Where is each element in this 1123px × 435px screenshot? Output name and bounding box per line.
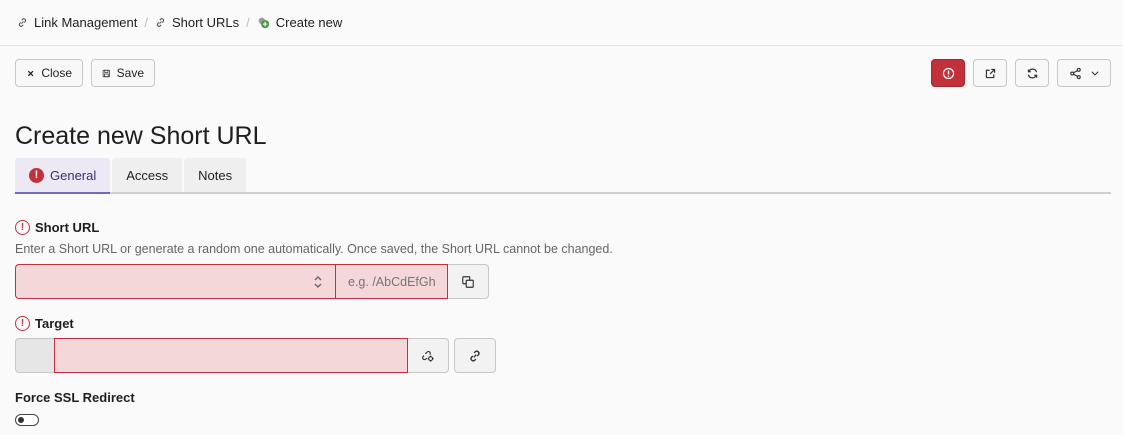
warning-icon: !: [15, 220, 30, 235]
tab-notes[interactable]: Notes: [184, 158, 247, 192]
toolbar: Close Save: [15, 59, 1111, 87]
chevron-down-icon: [1091, 71, 1098, 76]
share-icon: [1069, 67, 1081, 79]
link-icon: [470, 350, 480, 361]
force-ssl-label: Force SSL Redirect: [15, 390, 135, 405]
tab-label: General: [50, 167, 97, 183]
open-external-icon: [985, 68, 995, 78]
link-icon: [18, 18, 27, 27]
close-icon: [27, 70, 34, 76]
target-prefix: [15, 338, 54, 373]
toolbar-left: Close Save: [15, 59, 155, 87]
refresh-icon: [1027, 68, 1037, 78]
force-ssl-toggle[interactable]: [15, 414, 39, 426]
save-icon: [102, 69, 110, 77]
warning-icon: !: [15, 316, 30, 331]
target-options-button[interactable]: [408, 338, 449, 373]
short-url-label: ! Short URL: [15, 220, 99, 235]
target-row: [15, 338, 496, 373]
tab-access[interactable]: Access: [112, 158, 183, 192]
breadcrumb-separator: /: [246, 15, 250, 30]
generate-short-url-button[interactable]: [448, 264, 489, 299]
tab-label: Notes: [198, 167, 233, 183]
refresh-button[interactable]: [1015, 59, 1049, 87]
breadcrumb-label: Short URLs: [171, 15, 240, 30]
close-button-label: Close: [41, 66, 72, 80]
link-settings-icon: [422, 350, 434, 362]
tab-bar: ! General Access Notes: [15, 158, 1111, 194]
validation-error-button[interactable]: [931, 59, 965, 87]
link-icon: [156, 18, 165, 27]
short-url-help-text: Enter a Short URL or generate a random o…: [15, 242, 613, 256]
breadcrumb: Link Management / Short URLs / Create ne…: [0, 0, 1123, 46]
target-label: ! Target: [15, 316, 74, 331]
breadcrumb-label: Link Management: [34, 15, 138, 30]
tab-general[interactable]: ! General: [15, 158, 111, 194]
save-button-label: Save: [116, 66, 144, 80]
updown-chevron-icon: [313, 275, 323, 289]
copy-icon: [462, 275, 474, 288]
toolbar-right: [931, 59, 1111, 87]
breadcrumb-separator: /: [144, 15, 148, 30]
add-green-icon: [258, 17, 269, 29]
short-url-input[interactable]: [335, 264, 448, 299]
breadcrumb-label: Create new: [275, 15, 343, 30]
link-browser-button[interactable]: [454, 338, 496, 373]
toggle-knob: [18, 417, 24, 423]
target-input[interactable]: [54, 338, 408, 373]
open-external-button[interactable]: [973, 59, 1007, 87]
error-badge-icon: !: [29, 167, 44, 183]
save-button[interactable]: Save: [91, 59, 155, 87]
short-url-row: [15, 264, 489, 299]
short-url-select[interactable]: [15, 264, 335, 299]
breadcrumb-create-new: Create new: [257, 15, 342, 30]
share-dropdown-button[interactable]: [1057, 59, 1111, 87]
breadcrumb-link-management[interactable]: Link Management: [17, 15, 137, 30]
close-button[interactable]: Close: [15, 59, 83, 87]
page-title: Create new Short URL: [15, 122, 267, 150]
breadcrumb-short-urls[interactable]: Short URLs: [155, 15, 239, 30]
short-url-label-text: Short URL: [35, 220, 100, 235]
target-label-text: Target: [35, 316, 74, 331]
tab-label: Access: [126, 167, 169, 183]
error-icon: [942, 67, 954, 79]
